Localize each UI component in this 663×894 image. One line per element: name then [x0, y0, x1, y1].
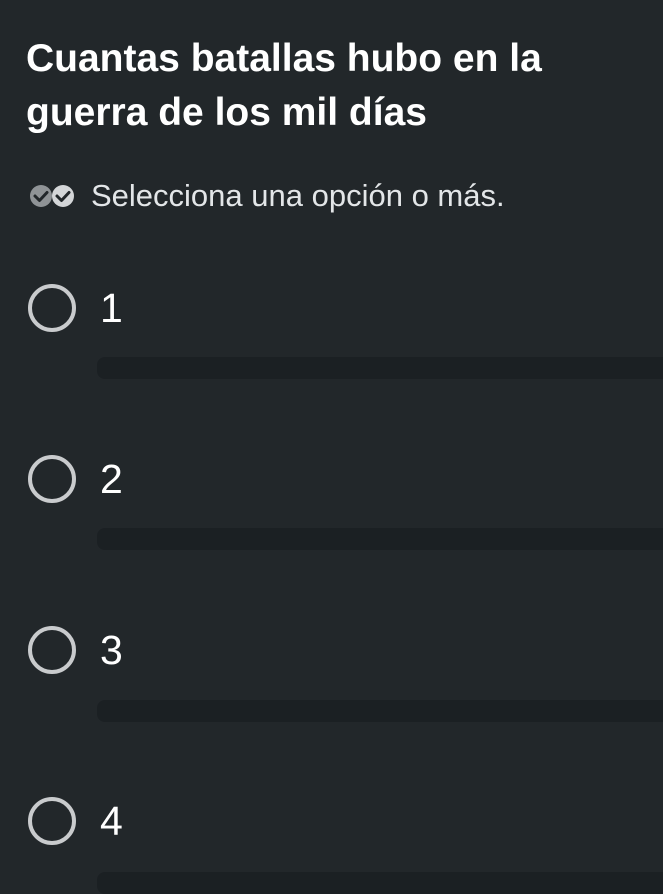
radio-button-icon[interactable] [28, 284, 76, 332]
option-divider [97, 528, 663, 550]
option-divider [97, 357, 663, 379]
option-label: 4 [100, 798, 123, 844]
answer-option-4[interactable]: 4 [0, 773, 663, 894]
answer-option-3[interactable]: 3 [0, 602, 663, 722]
answer-option-2[interactable]: 2 [0, 431, 663, 550]
option-label: 2 [100, 456, 123, 502]
option-divider [97, 872, 663, 894]
radio-button-icon[interactable] [28, 626, 76, 674]
radio-button-icon[interactable] [28, 455, 76, 503]
radio-button-icon[interactable] [28, 797, 76, 845]
answer-option-1[interactable]: 1 [0, 260, 663, 379]
option-label: 3 [100, 627, 123, 673]
double-check-icon [30, 185, 74, 207]
question-title: Cuantas batallas hubo en la guerra de lo… [26, 37, 542, 134]
selection-hint: Selecciona una opción o más. [28, 176, 505, 216]
hint-text: Selecciona una opción o más. [91, 178, 505, 213]
option-label: 1 [100, 285, 123, 331]
option-divider [97, 700, 663, 722]
